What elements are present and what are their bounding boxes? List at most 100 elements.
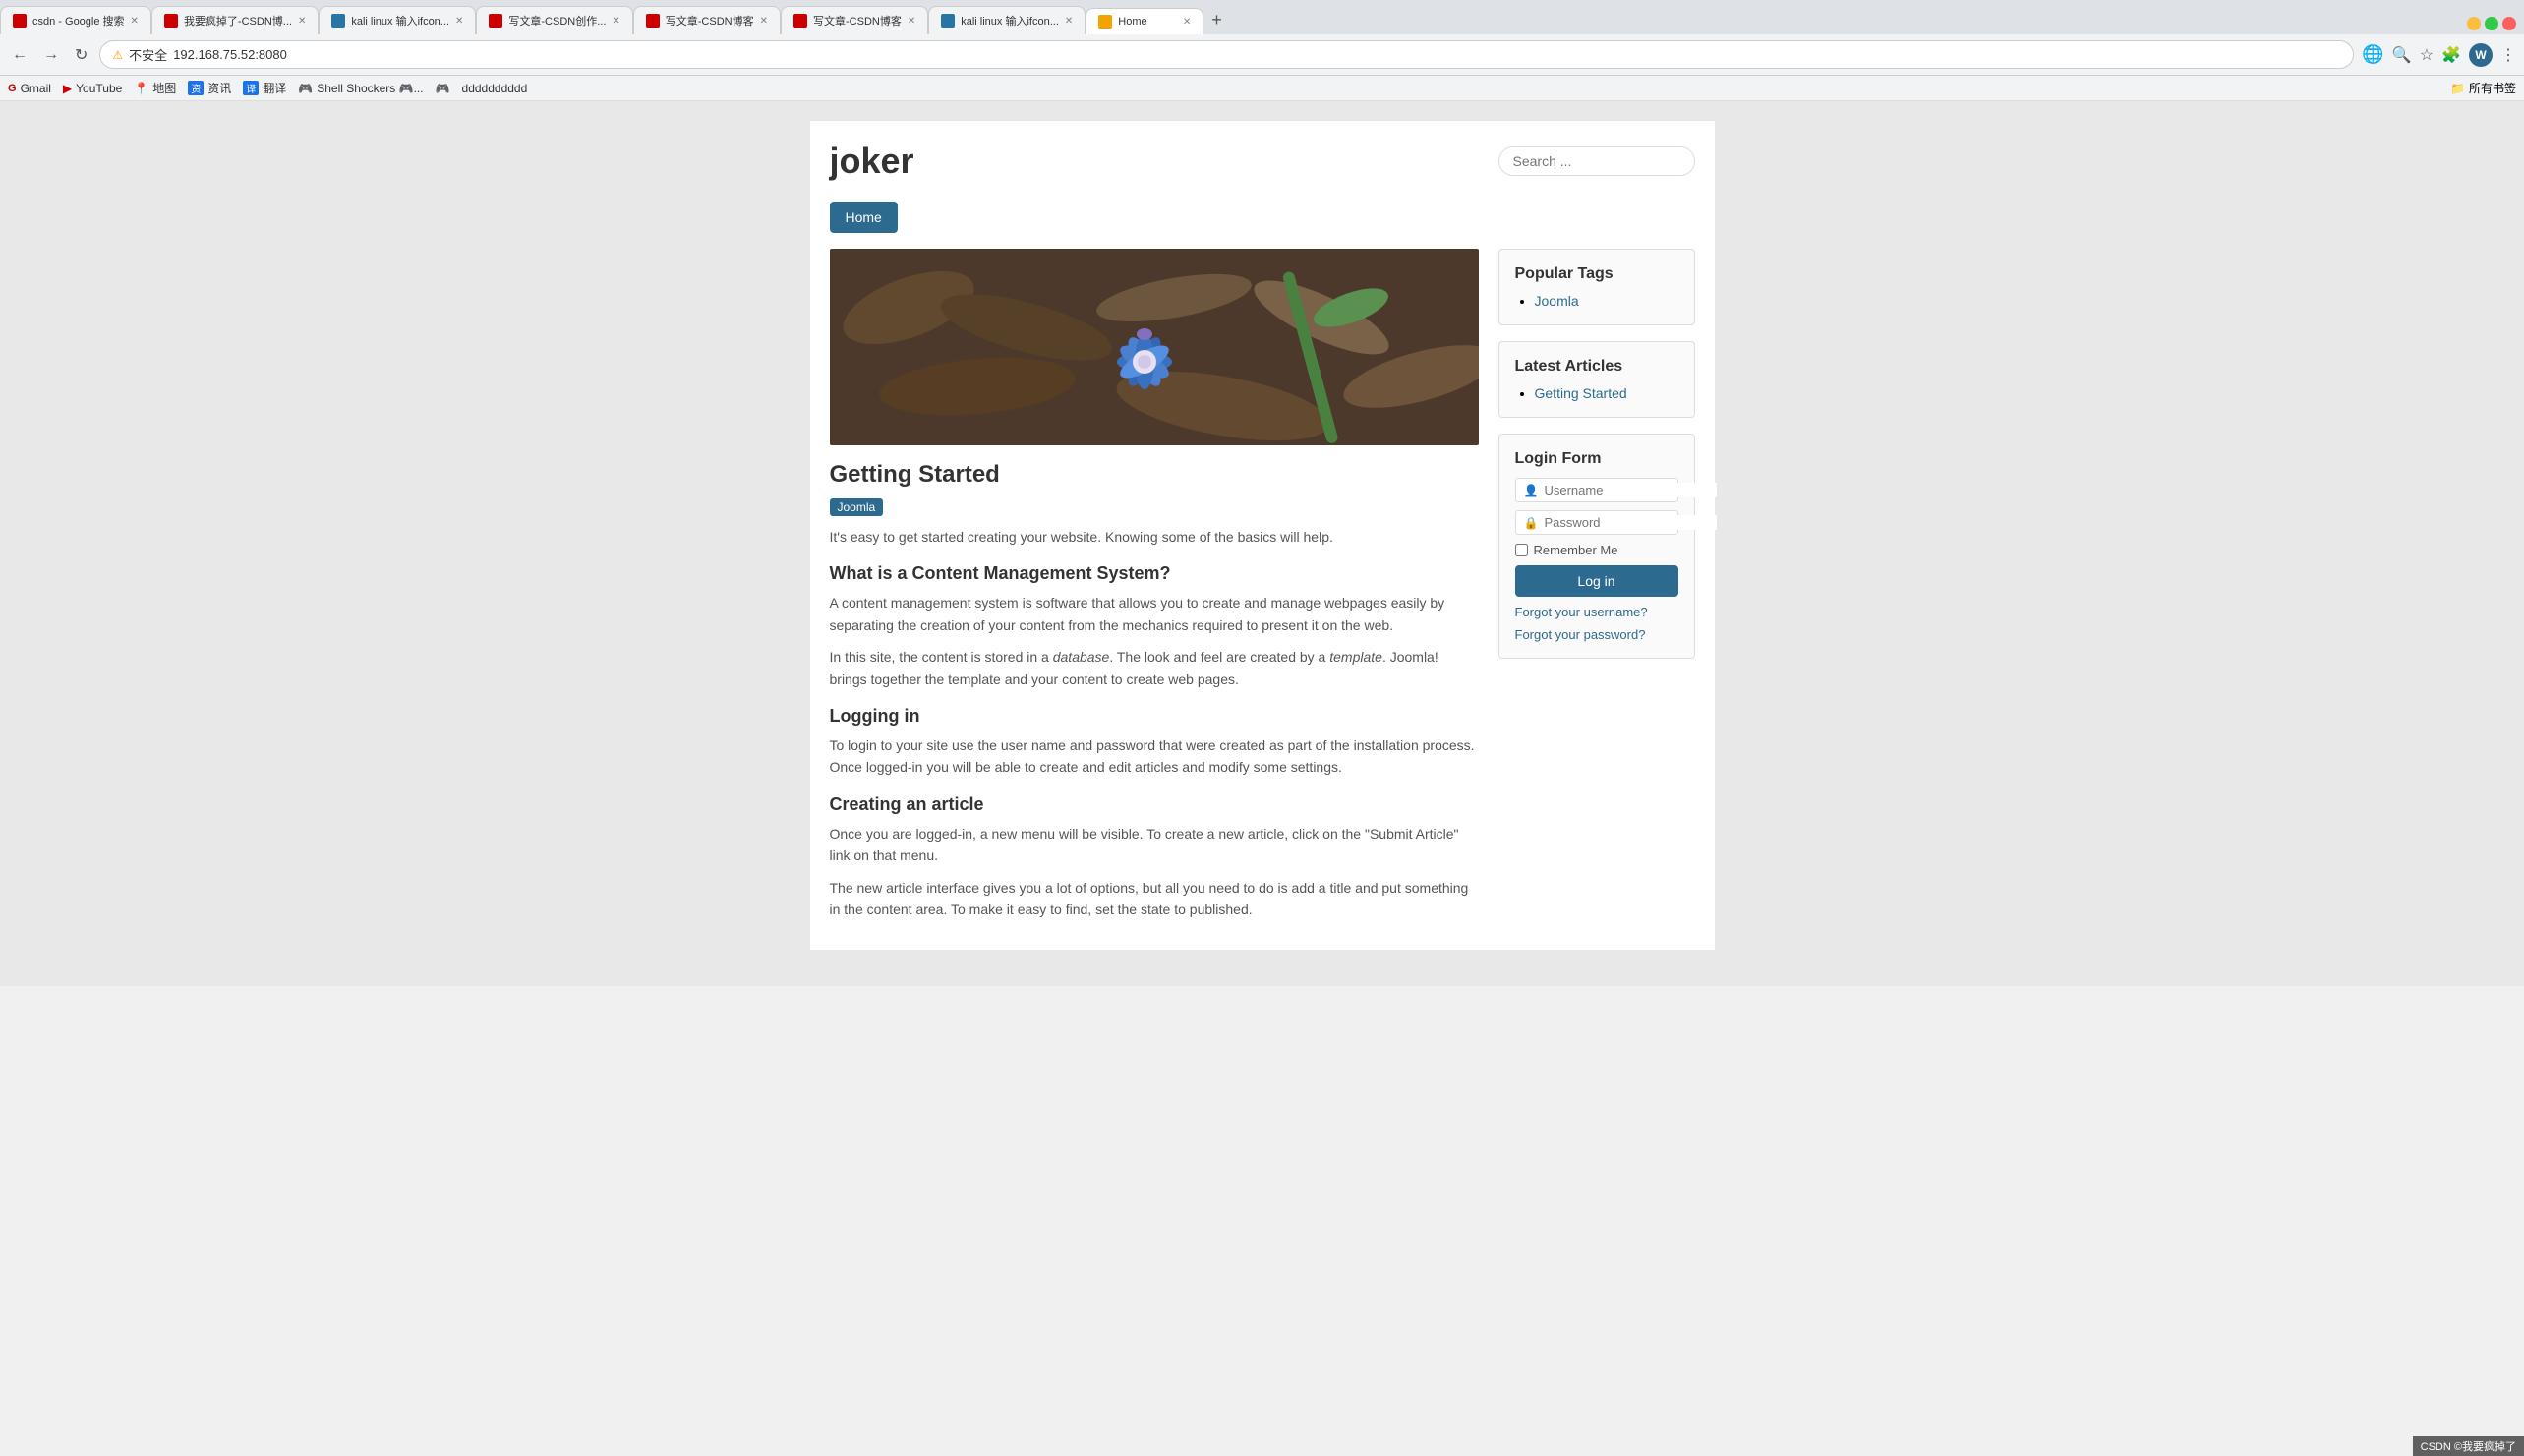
tab-3[interactable]: kali linux 输入ifcon... ✕ [319, 6, 476, 34]
back-button[interactable]: ← [8, 44, 31, 66]
gmail-favicon: G [8, 83, 17, 94]
username-wrapper: 👤 [1515, 478, 1678, 502]
content-area: Getting Started Joomla It's easy to get … [830, 249, 1695, 930]
site-title: joker [830, 141, 914, 182]
username-input[interactable] [1544, 483, 1717, 497]
forward-button[interactable]: → [39, 44, 63, 66]
new-tab-button[interactable]: + [1203, 6, 1230, 34]
news-favicon: 资 [188, 81, 204, 95]
forgot-username-link[interactable]: Forgot your username? [1515, 605, 1678, 619]
article-getting-started-link[interactable]: Getting Started [1535, 385, 1627, 401]
tab-6-label: 写文章-CSDN博客 [813, 13, 902, 29]
tag-joomla-link[interactable]: Joomla [1535, 293, 1579, 309]
sidebar: Popular Tags Joomla Latest Articles Gett… [1498, 249, 1695, 930]
tab-4-close[interactable]: ✕ [612, 16, 619, 27]
bookmark-news[interactable]: 资 资讯 [188, 80, 231, 96]
maps-label: 地图 [152, 80, 176, 96]
browser-chrome: csdn - Google 搜索 ✕ 我要疯掉了-CSDN博... ✕ kali… [0, 0, 2524, 101]
window-controls [2459, 13, 2524, 34]
address-bar[interactable]: ⚠ 不安全 192.168.75.52:8080 [99, 40, 2354, 69]
tab-7-close[interactable]: ✕ [1065, 16, 1073, 27]
bookmark-translate[interactable]: 译 翻译 [243, 80, 286, 96]
status-bar-label: CSDN ©我要疯掉了 [2421, 1441, 2516, 1453]
home-nav-button[interactable]: Home [830, 202, 898, 233]
tab-2-label: 我要疯掉了-CSDN博... [184, 13, 292, 29]
bookmark-maps[interactable]: 📍 地图 [134, 80, 176, 96]
article-tag[interactable]: Joomla [830, 498, 884, 516]
popular-tags-list: Joomla [1515, 293, 1678, 309]
search-icon[interactable]: 🔍 [2392, 45, 2412, 65]
tab-5-close[interactable]: ✕ [760, 16, 768, 27]
search-input[interactable] [1498, 146, 1695, 176]
login-form: 👤 🔒 Remember Me Log in Forgot your u [1515, 478, 1678, 642]
tab-1-close[interactable]: ✕ [131, 16, 139, 27]
tab-5-label: 写文章-CSDN博客 [666, 13, 754, 29]
bookmark-icon[interactable]: ☆ [2420, 45, 2434, 65]
tab-6-close[interactable]: ✕ [908, 16, 915, 27]
profile-avatar[interactable]: W [2469, 43, 2493, 67]
tab-4[interactable]: 写文章-CSDN创作... ✕ [476, 6, 632, 34]
section-3-para-1: Once you are logged-in, a new menu will … [830, 823, 1479, 867]
bookmark-youtube[interactable]: ▶ YouTube [63, 82, 122, 95]
remember-checkbox[interactable] [1515, 544, 1528, 556]
tab-2-close[interactable]: ✕ [298, 16, 306, 27]
tab-8-close[interactable]: ✕ [1183, 17, 1191, 28]
reload-button[interactable]: ↻ [71, 43, 91, 67]
bookmark-gmail[interactable]: G Gmail [8, 82, 51, 95]
section-3-para-2: The new article interface gives you a lo… [830, 877, 1479, 921]
latest-articles-box: Latest Articles Getting Started [1498, 341, 1695, 418]
minimize-button[interactable] [2467, 17, 2481, 30]
main-content: Getting Started Joomla It's easy to get … [830, 249, 1479, 930]
bookmark-shellshockers[interactable]: 🎮 Shell Shockers 🎮... [298, 82, 423, 95]
tab-8[interactable]: Home ✕ [1086, 8, 1203, 34]
bookmark-ddd[interactable]: dddddddddd [462, 82, 528, 95]
tab-7-label: kali linux 输入ifcon... [961, 13, 1059, 29]
url-text: 192.168.75.52:8080 [173, 47, 2341, 62]
tab-1[interactable]: csdn - Google 搜索 ✕ [0, 6, 151, 34]
translate-icon[interactable]: 🌐 [2362, 44, 2383, 65]
all-bookmarks-label: 所有书签 [2469, 80, 2516, 96]
section-1-para-2: In this site, the content is stored in a… [830, 646, 1479, 690]
tab-4-label: 写文章-CSDN创作... [508, 13, 606, 29]
translate-label: 翻译 [263, 80, 286, 96]
tab-3-close[interactable]: ✕ [455, 16, 463, 27]
section-2-para-1: To login to your site use the user name … [830, 734, 1479, 779]
site-header: joker [830, 141, 1695, 182]
ddd-label: dddddddddd [462, 82, 528, 95]
page-wrapper: joker Home [0, 101, 2524, 986]
tab-6[interactable]: 写文章-CSDN博客 ✕ [781, 6, 928, 34]
extensions-icon[interactable]: 🧩 [2441, 45, 2461, 65]
bookmark-game[interactable]: 🎮 [436, 82, 450, 95]
gmail-label: Gmail [21, 82, 51, 95]
tab-7[interactable]: kali linux 输入ifcon... ✕ [928, 6, 1086, 34]
tab-bar: csdn - Google 搜索 ✕ 我要疯掉了-CSDN博... ✕ kali… [0, 0, 2524, 34]
section-3-title: Creating an article [830, 794, 1479, 815]
tab-3-favicon [331, 14, 345, 28]
bookmarks-bar: G Gmail ▶ YouTube 📍 地图 资 资讯 译 翻译 🎮 Shell… [0, 76, 2524, 101]
popular-tags-title: Popular Tags [1515, 265, 1678, 283]
tab-4-favicon [489, 14, 502, 28]
tab-5-favicon [646, 14, 660, 28]
section-1-title: What is a Content Management System? [830, 563, 1479, 584]
tab-2-favicon [164, 14, 178, 28]
tab-6-favicon [793, 14, 807, 28]
nav-menu: Home [830, 202, 1695, 233]
latest-articles-list: Getting Started [1515, 385, 1678, 401]
tab-5[interactable]: 写文章-CSDN博客 ✕ [633, 6, 781, 34]
maximize-button[interactable] [2485, 17, 2498, 30]
tab-3-label: kali linux 输入ifcon... [351, 13, 449, 29]
login-button[interactable]: Log in [1515, 565, 1678, 597]
tab-2[interactable]: 我要疯掉了-CSDN博... ✕ [151, 6, 319, 34]
article-image-svg [830, 249, 1479, 445]
close-button[interactable] [2502, 17, 2516, 30]
page-container: joker Home [810, 121, 1715, 950]
all-bookmarks[interactable]: 📁 所有书签 [2450, 80, 2516, 96]
menu-icon[interactable]: ⋮ [2500, 45, 2516, 65]
password-input[interactable] [1544, 515, 1717, 530]
security-label: 不安全 [129, 45, 167, 64]
remember-label: Remember Me [1534, 543, 1618, 557]
security-icon: ⚠ [112, 48, 123, 62]
forgot-password-link[interactable]: Forgot your password? [1515, 627, 1678, 642]
tab-7-favicon [941, 14, 955, 28]
password-wrapper: 🔒 [1515, 510, 1678, 535]
